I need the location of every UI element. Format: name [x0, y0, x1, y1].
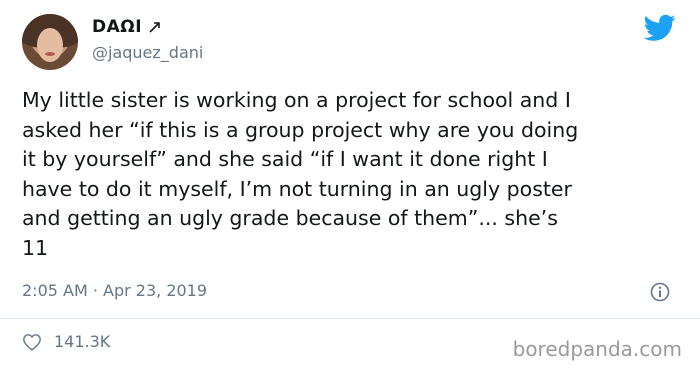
avatar-lips: [45, 52, 55, 56]
heart-icon[interactable]: [22, 333, 42, 351]
like-count: 141.3K: [54, 332, 111, 351]
tweet-text: My little sister is working on a project…: [22, 88, 579, 260]
author-name-row: DAΩI: [92, 17, 162, 37]
arrow-icon: [149, 22, 160, 33]
like-action[interactable]: 141.3K: [22, 332, 110, 351]
twitter-bird-icon[interactable]: [644, 14, 676, 42]
tweet-timestamp[interactable]: 2:05 AM · Apr 23, 2019: [22, 281, 207, 300]
info-icon[interactable]: [650, 282, 670, 302]
divider: [0, 318, 700, 319]
avatar[interactable]: [22, 14, 78, 70]
author-name[interactable]: DAΩI: [92, 17, 142, 37]
avatar-face: [37, 28, 63, 62]
watermark: boredpanda.com: [512, 337, 682, 361]
author-handle[interactable]: @jaquez_dani: [92, 43, 203, 62]
